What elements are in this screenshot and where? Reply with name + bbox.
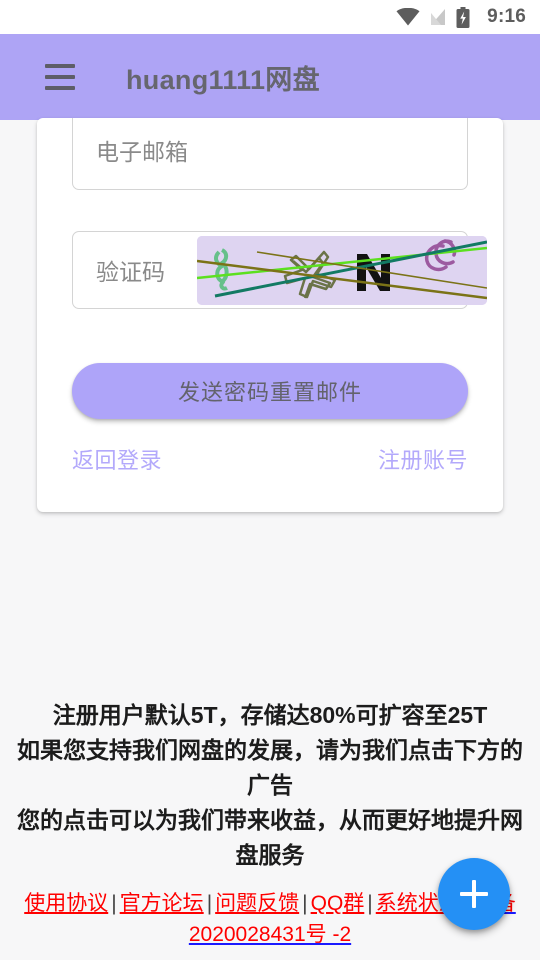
footer-link-forum[interactable]: 官方论坛 bbox=[120, 892, 204, 915]
footer-separator: | bbox=[302, 892, 308, 915]
footer-link-terms[interactable]: 使用协议 bbox=[24, 892, 108, 915]
captcha-field-placeholder: 验证码 bbox=[96, 259, 165, 285]
footer-link-feedback[interactable]: 问题反馈 bbox=[215, 892, 299, 915]
email-field-placeholder: 电子邮箱 bbox=[96, 139, 188, 165]
status-bar-clock: 9:16 bbox=[487, 6, 526, 27]
footer-separator: | bbox=[367, 892, 373, 915]
status-bar-icons: 9:16 bbox=[396, 6, 526, 28]
promo-text: 注册用户默认5T，存储达80%可扩容至25T 如果您支持我们网盘的发展，请为我们… bbox=[0, 698, 540, 873]
promo-line-2: 如果您支持我们网盘的发展，请为我们点击下方的广告 bbox=[17, 737, 523, 798]
send-reset-email-button[interactable]: 发送密码重置邮件 bbox=[72, 363, 468, 419]
add-fab-button[interactable] bbox=[438, 858, 510, 930]
footer-link-qq-group[interactable]: QQ群 bbox=[311, 892, 365, 915]
footer-separator: | bbox=[111, 892, 117, 915]
no-sim-icon bbox=[429, 7, 447, 27]
password-reset-card: 电子邮箱 验证码 发送密码重置邮件 返回登录 注册账号 bbox=[37, 118, 503, 512]
email-field[interactable]: 电子邮箱 bbox=[72, 118, 468, 190]
captcha-image[interactable] bbox=[197, 236, 487, 305]
app-root: 9:16 huang1111网盘 电子邮箱 验证码 发送密码重置邮件 返回登录 … bbox=[0, 0, 540, 960]
register-account-link[interactable]: 注册账号 bbox=[378, 443, 468, 475]
footer-separator: | bbox=[206, 892, 213, 915]
back-to-login-link[interactable]: 返回登录 bbox=[72, 443, 162, 475]
app-bar: huang1111网盘 bbox=[0, 34, 540, 120]
wifi-icon bbox=[396, 7, 420, 26]
plus-icon bbox=[472, 880, 476, 908]
status-bar: 9:16 bbox=[0, 0, 540, 34]
hamburger-menu-icon[interactable] bbox=[28, 45, 92, 109]
captcha-field[interactable]: 验证码 bbox=[72, 231, 487, 309]
battery-charging-icon bbox=[456, 6, 470, 28]
page-title: huang1111网盘 bbox=[126, 64, 320, 95]
card-links: 返回登录 注册账号 bbox=[72, 443, 468, 475]
promo-line-1: 注册用户默认5T，存储达80%可扩容至25T bbox=[52, 702, 488, 728]
